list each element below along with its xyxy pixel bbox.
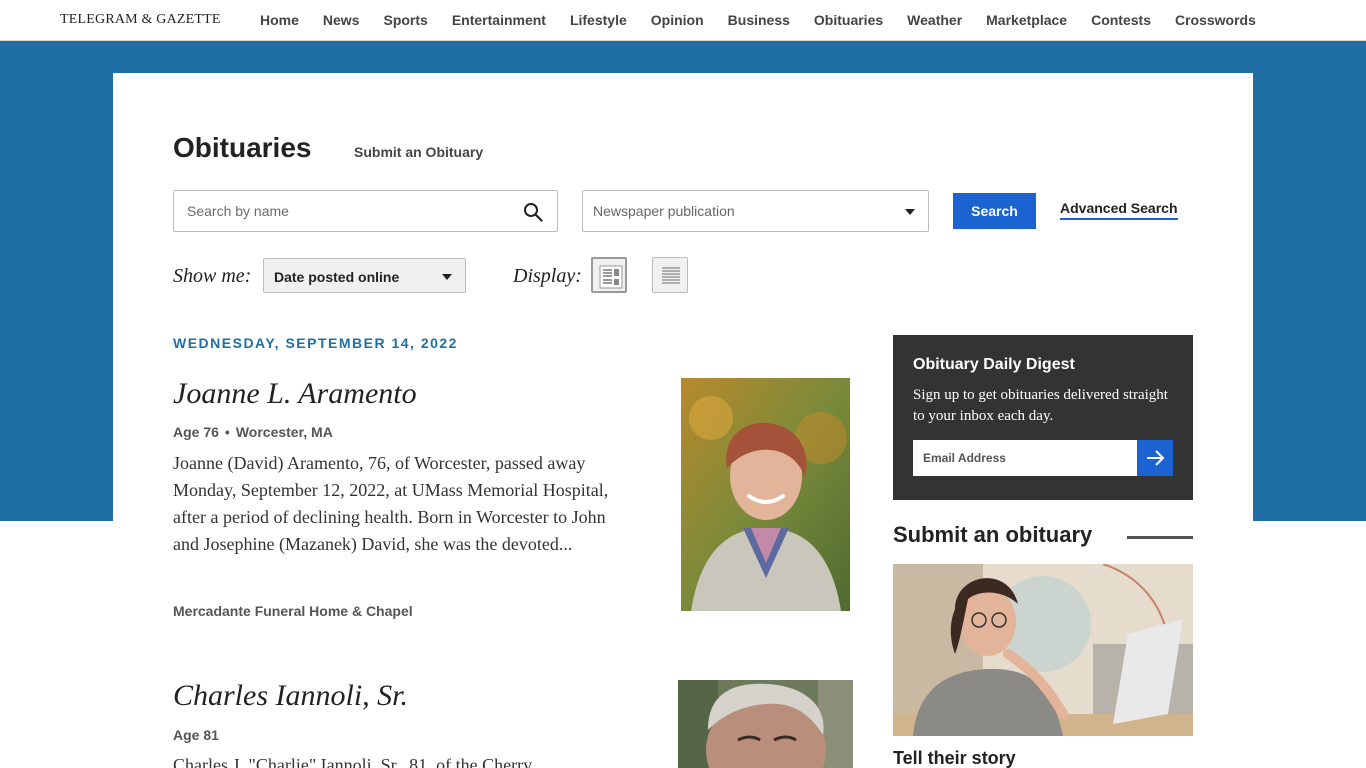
obituary-photo[interactable] <box>681 378 850 611</box>
obituary-excerpt: Charles J. "Charlie" Iannoli, Sr., 81, o… <box>173 755 533 768</box>
display-list-with-images-button[interactable] <box>591 257 627 293</box>
nav-item-marketplace[interactable]: Marketplace <box>974 12 1079 28</box>
list-icon <box>662 267 680 284</box>
portrait-image <box>681 378 850 611</box>
publication-select-value: Newspaper publication <box>593 203 735 219</box>
publication-select[interactable]: Newspaper publication <box>582 190 929 232</box>
submit-obituary-heading: Submit an obituary <box>893 522 1093 547</box>
arrow-right-icon <box>1147 450 1165 466</box>
portrait-image <box>678 680 853 768</box>
search-icon[interactable] <box>523 202 543 222</box>
funeral-home-link[interactable]: Mercadante Funeral Home & Chapel <box>173 603 413 619</box>
name-search-box <box>173 190 558 232</box>
digest-description: Sign up to get obituaries delivered stra… <box>913 387 1168 424</box>
nav-item-entertainment[interactable]: Entertainment <box>440 12 558 28</box>
chevron-down-icon <box>442 274 452 280</box>
nav-item-lifestyle[interactable]: Lifestyle <box>558 12 639 28</box>
email-field[interactable] <box>913 440 1137 476</box>
obituary-age: Age 81 <box>173 727 219 743</box>
page-title: Obituaries <box>173 132 312 163</box>
submit-obituary-link[interactable]: Submit an Obituary <box>354 144 483 160</box>
obituary-photo[interactable] <box>678 680 853 768</box>
advanced-search-link[interactable]: Advanced Search <box>1060 200 1178 220</box>
nav-item-sports[interactable]: Sports <box>371 12 439 28</box>
obituary-meta: Age 76 • Worcester, MA <box>173 424 333 440</box>
list-with-images-icon <box>599 265 623 289</box>
nav-item-business[interactable]: Business <box>716 12 802 28</box>
nav-item-contests[interactable]: Contests <box>1079 12 1163 28</box>
nav-item-news[interactable]: News <box>311 12 372 28</box>
nav-item-home[interactable]: Home <box>248 12 311 28</box>
email-submit-button[interactable] <box>1137 440 1173 476</box>
obituary-name[interactable]: Joanne L. Aramento <box>173 377 417 411</box>
obituary-age: Age 76 <box>173 424 219 440</box>
tell-their-story-link[interactable]: Tell their story <box>893 748 1016 768</box>
nav-item-obituaries[interactable]: Obituaries <box>802 12 895 28</box>
nav-item-crosswords[interactable]: Crosswords <box>1163 12 1268 28</box>
search-button[interactable]: Search <box>953 193 1036 229</box>
bullet-separator: • <box>224 424 230 440</box>
show-me-label: Show me: <box>173 265 252 287</box>
submit-obituary-image[interactable] <box>893 564 1193 736</box>
search-input[interactable] <box>174 191 504 231</box>
show-me-select[interactable]: Date posted online <box>263 258 466 293</box>
nav-item-weather[interactable]: Weather <box>895 12 974 28</box>
chevron-down-icon <box>905 209 915 215</box>
display-list-button[interactable] <box>652 257 688 293</box>
obituary-location: Worcester, MA <box>235 424 333 440</box>
obituary-meta: Age 81 <box>173 727 219 743</box>
heading-rule <box>1127 536 1193 539</box>
obituary-name[interactable]: Charles Iannoli, Sr. <box>173 679 408 713</box>
date-heading: WEDNESDAY, SEPTEMBER 14, 2022 <box>173 335 458 351</box>
obituary-excerpt: Joanne (David) Aramento, 76, of Worceste… <box>173 453 609 554</box>
digest-title: Obituary Daily Digest <box>913 356 1075 373</box>
nav-menu: Home News Sports Entertainment Lifestyle… <box>248 0 1268 40</box>
show-me-value: Date posted online <box>274 269 400 285</box>
woman-at-laptop-image <box>893 564 1193 736</box>
top-navigation: TELEGRAM & GAZETTE Home News Sports Ente… <box>0 0 1366 41</box>
site-logo[interactable]: TELEGRAM & GAZETTE <box>60 12 221 28</box>
obituary-digest-box: Obituary Daily Digest Sign up to get obi… <box>893 335 1193 500</box>
display-label: Display: <box>513 265 582 287</box>
nav-item-opinion[interactable]: Opinion <box>639 12 716 28</box>
